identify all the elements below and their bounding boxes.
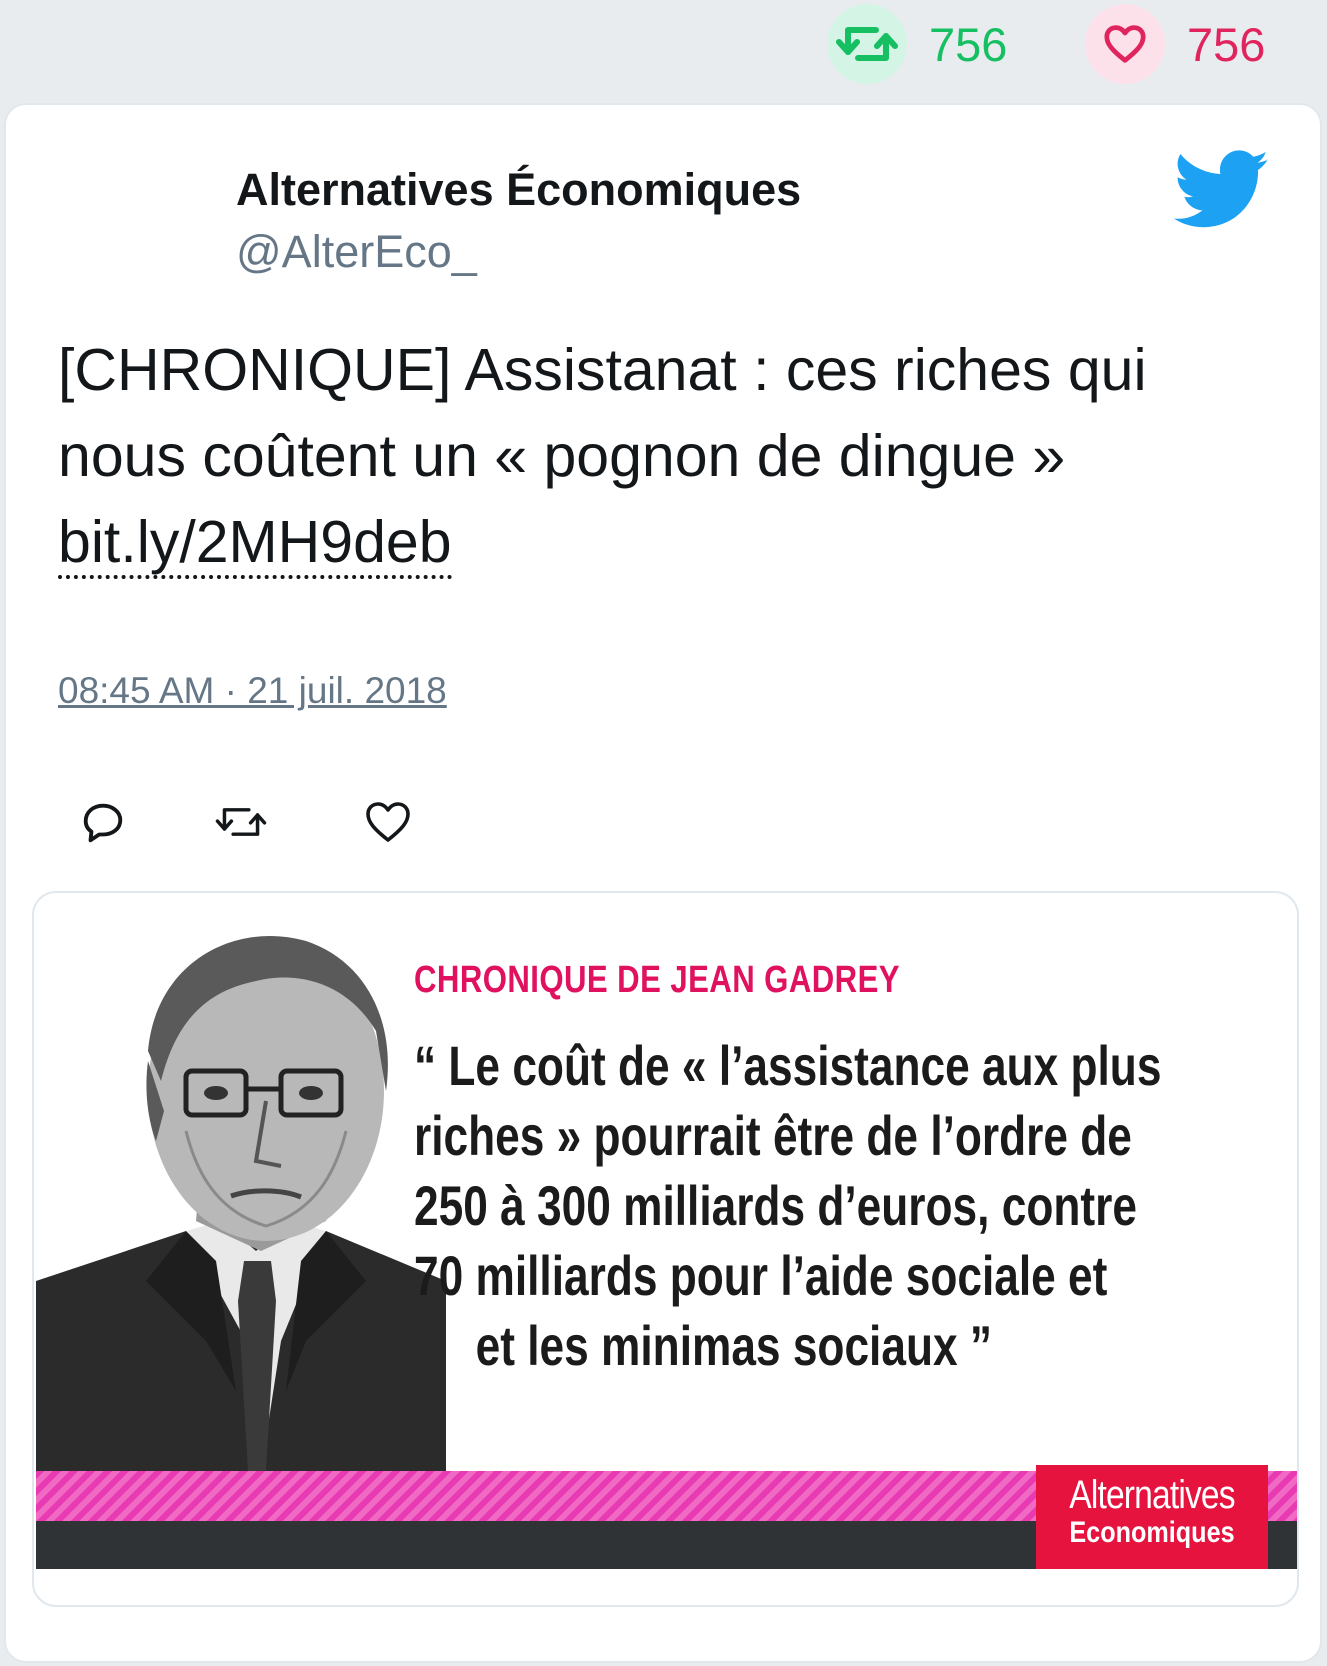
like-count: 756: [1187, 17, 1266, 71]
retweet-stat[interactable]: 756: [827, 4, 1007, 84]
column-label: CHRONIQUE DE JEAN GADREY: [414, 959, 900, 1001]
tweet-stats-bar: 756 756: [0, 0, 1327, 100]
tweet-media[interactable]: CHRONIQUE DE JEAN GADREY “ Le coût de « …: [32, 891, 1299, 1607]
tweet-card: Alternatives Économiques @AlterEco_ [CHR…: [4, 103, 1322, 1663]
tweet-timestamp[interactable]: 08:45 AM · 21 juil. 2018: [58, 670, 447, 712]
tweet-author[interactable]: Alternatives Économiques @AlterEco_: [236, 165, 801, 276]
tweet-body: [CHRONIQUE] Assistanat : ces riches qui …: [58, 337, 1147, 489]
tweet-link[interactable]: bit.ly/2MH9deb: [58, 509, 452, 579]
like-stat-icon: [1085, 4, 1165, 84]
like-icon[interactable]: [361, 795, 415, 849]
reply-icon[interactable]: [76, 795, 130, 849]
alternatives-economiques-logo: Alternatives Economiques: [1036, 1465, 1268, 1569]
retweet-stat-icon: [827, 4, 907, 84]
quote-line: 250 à 300 milliards d’euros, contre: [414, 1174, 1137, 1237]
logo-line2: Economiques: [1069, 1516, 1235, 1549]
author-portrait: [36, 935, 446, 1471]
logo-line1: Alternatives: [1069, 1473, 1235, 1517]
media-quote: “ Le coût de « l’assistance aux plus ric…: [414, 1031, 1162, 1381]
retweet-count: 756: [929, 17, 1008, 71]
tweet-text: [CHRONIQUE] Assistanat : ces riches qui …: [58, 327, 1258, 585]
like-stat[interactable]: 756: [1085, 4, 1265, 84]
media-image: CHRONIQUE DE JEAN GADREY “ Le coût de « …: [36, 921, 1297, 1569]
quote-line: et les minimas sociaux ”: [475, 1314, 992, 1377]
twitter-bird-icon: [1174, 150, 1269, 228]
quote-line: “ Le coût de « l’assistance aux plus: [414, 1034, 1162, 1097]
quote-line: riches » pourrait être de l’ordre de: [414, 1104, 1132, 1167]
quote-line: 70 milliards pour l’aide sociale et: [414, 1244, 1108, 1307]
author-name[interactable]: Alternatives Économiques: [236, 165, 801, 215]
author-handle[interactable]: @AlterEco_: [236, 226, 801, 277]
retweet-icon[interactable]: [214, 795, 268, 849]
